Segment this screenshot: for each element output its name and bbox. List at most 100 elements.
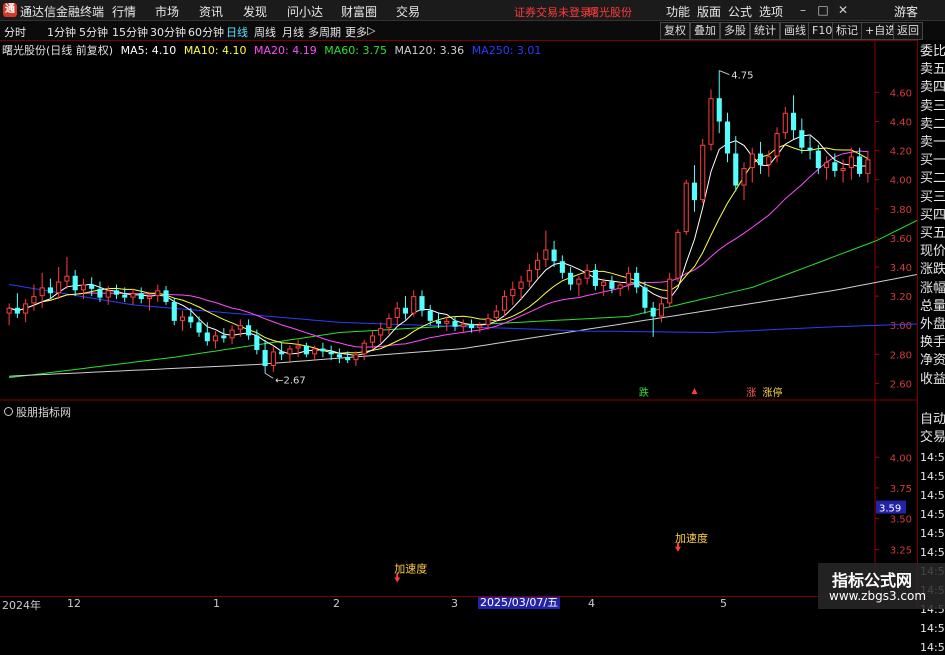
candle-body: [840, 168, 846, 171]
candle-body: [6, 307, 12, 314]
crosshair-date: 2025/03/07/五: [478, 596, 561, 609]
period-5min[interactable]: 5分钟: [79, 24, 108, 40]
tick-time: 14:56: [920, 641, 945, 654]
period-daily[interactable]: 日线: [226, 24, 248, 40]
btn-duogu[interactable]: 多股: [720, 22, 750, 40]
candle-body: [675, 232, 681, 279]
ma60-line: [9, 219, 917, 379]
ma60-label: MA60: 3.75: [324, 44, 387, 57]
time-label: 3: [451, 597, 458, 610]
btn-tongji[interactable]: 统计: [750, 22, 780, 40]
right-quote-panel: 委比 卖五 卖四 卖三 卖二 卖一 买一 买二 买三 买四 买五 现价 涨跌 涨幅 总量 外盘 换手 净资 收益 自动…: [917, 40, 945, 654]
candle-body: [237, 325, 243, 330]
candle-body: [179, 316, 186, 321]
period-monthly[interactable]: 月线: [282, 24, 304, 40]
period-30min[interactable]: 30分钟: [150, 24, 186, 40]
menu-caifuquan[interactable]: 财富圈: [341, 3, 377, 20]
candle-body: [749, 153, 755, 169]
menu-gongneng[interactable]: 功能: [666, 3, 690, 20]
candlesticks: [6, 70, 871, 374]
menu-hangqing[interactable]: 行情: [112, 3, 136, 20]
candle-body: [708, 98, 714, 145]
candle-body: [724, 121, 731, 154]
menu-gongshi[interactable]: 公式: [728, 3, 752, 20]
price-tick-label: 4.20: [890, 147, 912, 158]
candle-body: [295, 345, 301, 349]
chart-grid: [0, 40, 917, 596]
more-arrow-icon[interactable]: ▷: [367, 24, 375, 37]
signal-zhangting: 涨停: [763, 386, 783, 399]
guest-user[interactable]: 游客: [894, 3, 918, 20]
btn-fanhui[interactable]: 返回: [893, 22, 923, 40]
ind-tick-label: 3.25: [890, 545, 912, 556]
candle-body: [97, 288, 103, 298]
candle-body: [634, 272, 640, 288]
quote-field-label: 委比: [920, 44, 945, 59]
login-notice[interactable]: 证券交易未登录: [514, 4, 591, 20]
auto-label: 自动: [920, 412, 945, 427]
maximize-icon[interactable]: □: [814, 2, 832, 18]
quote-field-label: 涨幅: [920, 280, 945, 296]
candle-body: [592, 269, 598, 286]
app-logo-icon: 通: [3, 3, 17, 17]
candle-body: [204, 332, 210, 342]
signal-label-0: 加速度: [394, 561, 427, 575]
candle-body: [526, 269, 532, 282]
candle-body: [386, 317, 392, 329]
candle-body: [435, 320, 442, 324]
close-icon[interactable]: ✕: [834, 2, 852, 18]
price-tick-label: 2.60: [890, 379, 912, 390]
quote-field-label: 外盘: [920, 317, 945, 332]
period-multi[interactable]: 多周期: [308, 24, 341, 40]
candle-body: [857, 156, 863, 174]
candle-body: [80, 284, 87, 291]
period-1min[interactable]: 1分钟: [47, 24, 76, 40]
menu-zixun[interactable]: 资讯: [199, 3, 223, 20]
btn-huaxian[interactable]: 画线: [780, 22, 810, 40]
period-weekly[interactable]: 周线: [254, 24, 276, 40]
menu-banmian[interactable]: 版面: [697, 3, 721, 20]
candle-body: [345, 357, 351, 361]
time-label: 5: [720, 597, 727, 610]
up-arrow-icon: [691, 388, 698, 394]
candle-body: [650, 307, 656, 317]
candle-body: [832, 162, 838, 171]
period-fenshi[interactable]: 分时: [4, 24, 26, 40]
minimize-icon[interactable]: –: [794, 2, 812, 18]
candle-body: [543, 249, 549, 260]
menu-jiaoyi[interactable]: 交易: [396, 3, 420, 20]
btn-biaoji[interactable]: 标记: [832, 22, 862, 40]
period-more[interactable]: 更多: [345, 24, 367, 40]
btn-diejia[interactable]: 叠加: [690, 22, 720, 40]
chart-area[interactable]: 2.60 2.80 3.00 3.20 3.40 3.60 3.80 4.00 4.20 4.40…: [0, 40, 917, 596]
tick-time: 14:56: [920, 527, 945, 540]
tick-time: 14:56: [920, 470, 945, 483]
candle-body: [113, 290, 120, 295]
menu-wenxiaoda[interactable]: 问小达: [287, 3, 323, 20]
quote-field-label: 买二: [920, 171, 945, 187]
indicator-circle-icon[interactable]: [4, 407, 13, 416]
quote-field-label: 涨跌: [920, 262, 945, 278]
candle-body: [369, 335, 376, 343]
candle-body: [782, 112, 788, 134]
candle-body: [427, 310, 433, 321]
candle-body: [766, 156, 772, 166]
candle-body: [691, 182, 698, 201]
price-tick-label: 4.00: [890, 176, 912, 187]
candle-body: [757, 153, 764, 166]
menu-shichang[interactable]: 市场: [155, 3, 179, 20]
candle-body: [31, 296, 37, 304]
menu-xuanxiang[interactable]: 选项: [759, 3, 783, 20]
candle-body: [865, 159, 871, 174]
price-tick-label: 4.40: [890, 117, 912, 128]
candle-body: [163, 290, 169, 302]
tick-time: 14:56: [920, 546, 945, 559]
btn-fuquan[interactable]: 复权: [660, 22, 690, 40]
candle-body: [23, 303, 29, 314]
period-15min[interactable]: 15分钟: [112, 24, 148, 40]
quote-field-label: 换手: [920, 335, 945, 351]
ma20-label: MA20: 4.19: [254, 44, 317, 57]
menu-faxian[interactable]: 发现: [243, 3, 267, 20]
candle-body: [501, 296, 508, 311]
period-60min[interactable]: 60分钟: [188, 24, 224, 40]
